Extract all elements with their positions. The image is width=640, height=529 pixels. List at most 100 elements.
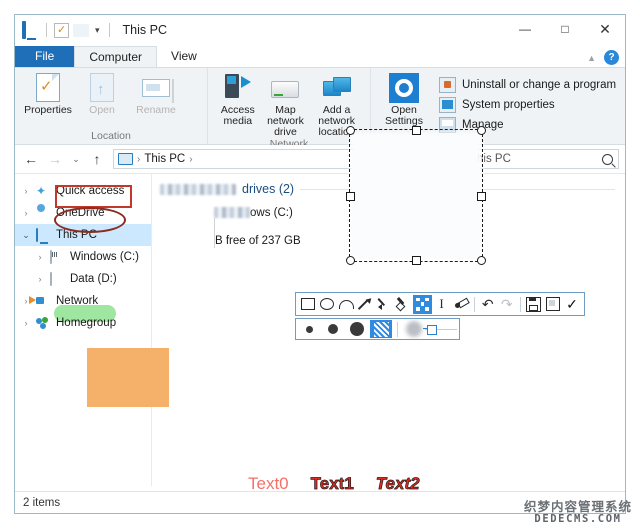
blurred-text	[214, 207, 250, 218]
sidebar-item-data-d[interactable]: › Data (D:)	[15, 268, 151, 290]
breadcrumb-this-pc[interactable]: This PC	[144, 153, 185, 165]
help-button[interactable]: ?	[604, 50, 619, 65]
ellipse-tool[interactable]	[318, 295, 336, 314]
mosaic-tool[interactable]	[413, 294, 432, 314]
back-button[interactable]: ←	[21, 149, 41, 169]
annotation-text-samples: Text0 Text1 Text2	[248, 474, 420, 494]
sidebar-item-quick-access[interactable]: › ✦ Quick access	[15, 180, 151, 202]
sidebar-label: Homegroup	[56, 317, 117, 329]
size-medium-option[interactable]	[322, 320, 344, 338]
window-controls: — □ ✕	[505, 15, 625, 43]
annotation-toolbar: I ↶ ↷ ✓	[295, 292, 585, 316]
size-small-option[interactable]	[298, 320, 320, 338]
slider-track[interactable]	[423, 324, 457, 335]
intensity-slider[interactable]	[403, 320, 457, 338]
system-commands-list: Uninstall or change a program System pro…	[431, 71, 616, 133]
system-properties-item[interactable]: System properties	[439, 97, 616, 113]
add-network-location-button[interactable]: Add a network location	[309, 71, 364, 138]
highlighter-tool[interactable]	[394, 295, 412, 314]
tab-computer[interactable]: Computer	[74, 46, 158, 67]
resize-handle-nw[interactable]	[346, 126, 355, 135]
new-folder-quick-icon[interactable]	[73, 23, 89, 37]
undo-button[interactable]: ↶	[479, 295, 497, 314]
search-input[interactable]: his PC	[471, 149, 619, 169]
divider	[519, 296, 521, 312]
sidebar-item-network[interactable]: › Network	[15, 290, 151, 312]
watermark-line-2: DEDECMS.COM	[534, 512, 622, 525]
chevron-up-icon[interactable]: ▲	[587, 53, 596, 63]
tab-file[interactable]: File	[15, 46, 75, 67]
chevron-right-icon[interactable]: ›	[35, 274, 45, 284]
redo-button[interactable]: ↷	[498, 295, 516, 314]
resize-handle-sw[interactable]	[346, 256, 355, 265]
properties-button[interactable]: ✓ Properties	[21, 71, 75, 116]
drive-icon	[162, 204, 206, 244]
drive-name-row: ows (C:)	[214, 206, 301, 219]
chevron-right-icon[interactable]: ›	[21, 186, 31, 196]
watermark: 织梦内容管理系统 DEDECMS.COM	[524, 500, 632, 525]
ribbon-tab-strip: File Computer View ▲ ?	[15, 45, 625, 67]
rectangle-tool[interactable]	[299, 295, 317, 314]
resize-handle-s[interactable]	[412, 256, 421, 265]
resize-handle-n[interactable]	[412, 126, 421, 135]
hard-drive-icon	[50, 271, 65, 286]
resize-handle-se[interactable]	[477, 256, 486, 265]
this-pc-icon	[118, 153, 133, 165]
open-button[interactable]: ↑ Open	[75, 71, 129, 116]
sidebar-item-onedrive[interactable]: › OneDrive	[15, 202, 151, 224]
open-icon: ↑	[87, 73, 117, 103]
chevron-down-icon[interactable]: ▾	[93, 25, 102, 36]
sidebar-item-this-pc[interactable]: ⌄ This PC	[15, 224, 151, 246]
resize-handle-w[interactable]	[346, 191, 355, 201]
text-tool[interactable]: I	[433, 295, 451, 314]
divider	[397, 321, 398, 337]
gear-icon	[389, 73, 419, 103]
ribbon-right-controls: ▲ ?	[587, 50, 619, 65]
text-sample-0: Text0	[248, 474, 289, 493]
pencil-tool[interactable]	[375, 295, 393, 314]
copy-button[interactable]	[544, 295, 562, 314]
maximize-button[interactable]: □	[545, 15, 585, 43]
arrow-tool[interactable]	[356, 295, 374, 314]
confirm-button[interactable]: ✓	[563, 295, 581, 314]
chevron-right-icon[interactable]: ›	[21, 318, 31, 328]
forward-button[interactable]: →	[45, 149, 65, 169]
tab-view[interactable]: View	[157, 46, 211, 67]
chevron-right-icon[interactable]: ›	[35, 252, 45, 262]
group-header-label: drives (2)	[242, 182, 295, 196]
resize-handle-ne[interactable]	[477, 126, 486, 135]
eraser-tool[interactable]	[452, 295, 470, 314]
sidebar-item-windows-c[interactable]: › Windows (C:)	[15, 246, 151, 268]
open-settings-button[interactable]: Open Settings	[377, 71, 431, 127]
star-icon: ✦	[36, 183, 47, 198]
map-drive-label: Map network drive	[267, 104, 304, 138]
resize-handle-e[interactable]	[477, 191, 486, 201]
sidebar-item-homegroup[interactable]: › Homegroup	[15, 312, 151, 334]
open-label: Open	[89, 104, 115, 116]
rename-button[interactable]: Rename	[129, 71, 183, 116]
recent-locations-button[interactable]: ⌄	[69, 149, 83, 169]
chevron-right-icon[interactable]: ›	[21, 208, 31, 218]
arc-tool[interactable]	[337, 295, 355, 314]
uninstall-or-change-a-program-item[interactable]: Uninstall or change a program	[439, 77, 616, 93]
navigation-bar: ← → ⌄ ↑ › This PC › his PC	[15, 145, 625, 173]
ribbon: ✓ Properties ↑ Open Rename Location Acce…	[15, 67, 625, 150]
save-button[interactable]	[525, 295, 543, 314]
selection-marquee[interactable]	[346, 126, 486, 265]
up-button[interactable]: ↑	[87, 149, 107, 169]
sidebar-label: Windows (C:)	[70, 251, 140, 263]
mosaic-pattern-option[interactable]	[370, 320, 392, 338]
size-large-option[interactable]	[346, 320, 368, 338]
group-label-location: Location	[91, 130, 131, 142]
slider-knob[interactable]	[423, 324, 437, 335]
sidebar-label: Network	[56, 295, 99, 307]
map-network-drive-button[interactable]: Map network drive	[262, 71, 310, 138]
chevron-down-icon[interactable]: ⌄	[21, 230, 31, 241]
properties-icon: ✓	[33, 73, 63, 103]
minimize-button[interactable]: —	[505, 15, 545, 43]
close-button[interactable]: ✕	[585, 15, 625, 43]
access-media-button[interactable]: Access media	[214, 71, 262, 127]
navigation-pane: › ✦ Quick access › OneDrive ⌄ This PC › …	[15, 174, 151, 486]
properties-quick-icon[interactable]: ✓	[54, 22, 69, 38]
annotation-options-toolbar	[295, 318, 460, 340]
